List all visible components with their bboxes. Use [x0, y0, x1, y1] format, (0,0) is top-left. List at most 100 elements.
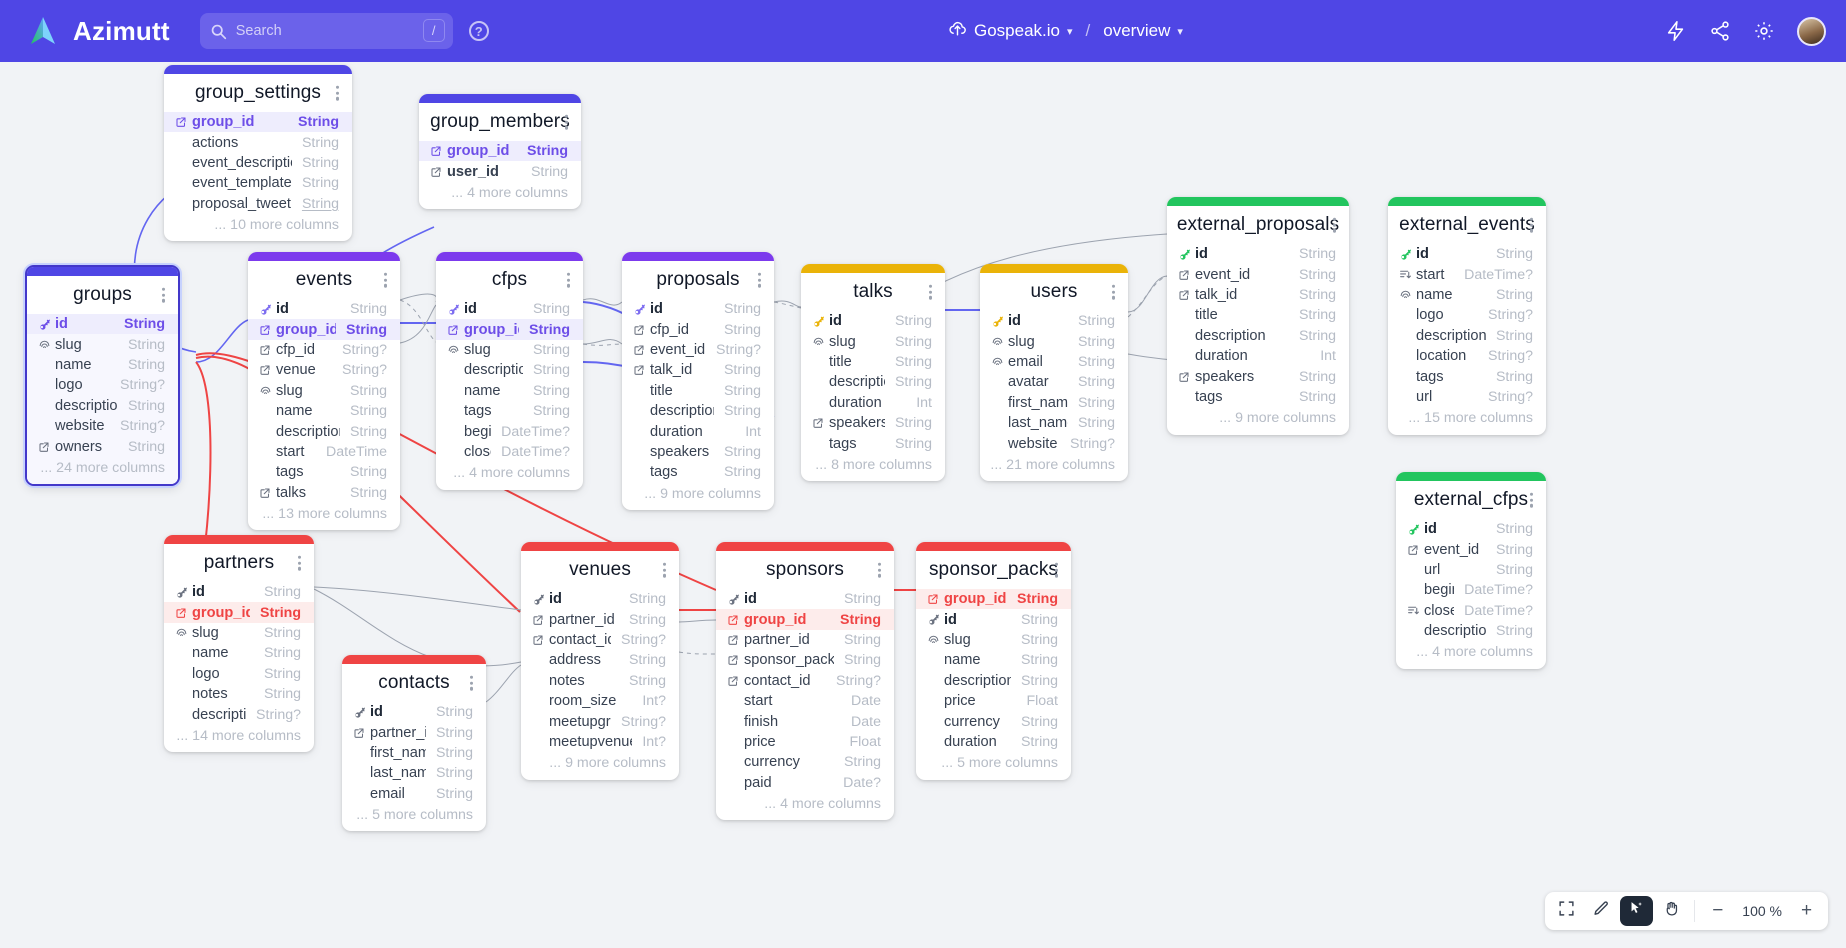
column-row[interactable]: id String: [1396, 519, 1546, 539]
column-row[interactable]: location String?: [1388, 346, 1546, 366]
column-row[interactable]: title String: [801, 352, 945, 372]
column-row[interactable]: price Float: [716, 732, 894, 752]
column-row[interactable]: id String: [164, 582, 314, 602]
table-card-group_settings[interactable]: group_settings group_id String actions Strin…: [164, 65, 352, 242]
table-card-external_proposals[interactable]: external_proposals id String event_id String…: [1167, 197, 1349, 435]
table-header[interactable]: cfps: [436, 261, 583, 299]
column-row[interactable]: close DateTime?: [1396, 601, 1546, 621]
column-row[interactable]: sponsor_pack_id String: [716, 650, 894, 670]
column-row[interactable]: paid Date?: [716, 773, 894, 793]
column-row[interactable]: id String: [1167, 244, 1349, 264]
table-menu-icon[interactable]: [1529, 217, 1533, 233]
column-row[interactable]: name String: [436, 381, 583, 401]
column-row[interactable]: name String: [248, 401, 400, 421]
column-row[interactable]: tags String: [622, 462, 774, 482]
column-row[interactable]: description String: [436, 360, 583, 380]
column-row[interactable]: group_id String: [164, 112, 352, 133]
column-row[interactable]: last_name String: [342, 763, 486, 783]
table-menu-icon[interactable]: [757, 272, 761, 288]
table-header[interactable]: users: [980, 273, 1128, 311]
more-columns-label[interactable]: ... 24 more columns: [27, 457, 178, 477]
column-row[interactable]: user_id String: [419, 161, 581, 181]
column-row[interactable]: name String: [916, 650, 1071, 670]
table-menu-icon[interactable]: [383, 272, 387, 288]
column-row[interactable]: id String: [622, 299, 774, 319]
more-columns-label[interactable]: ... 15 more columns: [1388, 407, 1546, 427]
table-card-proposals[interactable]: proposals id String cfp_id String event_id Str…: [622, 252, 774, 510]
column-row[interactable]: id String: [801, 311, 945, 331]
fit-to-screen-button[interactable]: [1550, 896, 1583, 926]
column-row[interactable]: speakers String: [801, 413, 945, 433]
column-row[interactable]: event_id String?: [622, 340, 774, 360]
column-row[interactable]: name String: [27, 355, 178, 375]
column-row[interactable]: begin DateTime?: [1396, 580, 1546, 600]
column-row[interactable]: slug String: [916, 630, 1071, 650]
table-menu-icon[interactable]: [297, 555, 301, 571]
column-row[interactable]: description String: [801, 372, 945, 392]
column-row[interactable]: start DateTime: [248, 442, 400, 462]
column-row[interactable]: partner_id String: [521, 609, 679, 629]
column-row[interactable]: website String?: [980, 433, 1128, 453]
zoom-in-button[interactable]: +: [1790, 896, 1823, 926]
column-row[interactable]: first_name String: [980, 393, 1128, 413]
column-row[interactable]: venue String?: [248, 360, 400, 380]
breadcrumb-layout[interactable]: overview ▾: [1103, 21, 1183, 41]
more-columns-label[interactable]: ... 13 more columns: [248, 503, 400, 523]
column-row[interactable]: room_size Int?: [521, 691, 679, 711]
more-columns-label[interactable]: ... 9 more columns: [521, 752, 679, 772]
column-row[interactable]: notes String: [521, 671, 679, 691]
table-menu-icon[interactable]: [662, 562, 666, 578]
breadcrumb-project[interactable]: Gospeak.io ▾: [948, 19, 1073, 43]
more-columns-label[interactable]: ... 5 more columns: [342, 804, 486, 824]
column-row[interactable]: id String: [436, 299, 583, 319]
zoom-level[interactable]: 100 %: [1736, 903, 1788, 919]
erd-canvas[interactable]: group_settings group_id String actions Strin…: [0, 62, 1846, 948]
more-columns-label[interactable]: ... 4 more columns: [419, 182, 581, 202]
column-row[interactable]: address String: [521, 650, 679, 670]
column-row[interactable]: notes String: [164, 684, 314, 704]
column-row[interactable]: avatar String: [980, 372, 1128, 392]
column-row[interactable]: tags String: [248, 462, 400, 482]
table-header[interactable]: partners: [164, 544, 314, 582]
table-card-partners[interactable]: partners id String group_id String slug String…: [164, 535, 314, 753]
column-row[interactable]: group_id String: [248, 319, 400, 340]
column-row[interactable]: logo String?: [1388, 305, 1546, 325]
table-menu-icon[interactable]: [1111, 284, 1115, 300]
column-row[interactable]: cfp_id String?: [248, 340, 400, 360]
column-row[interactable]: email String: [980, 352, 1128, 372]
column-row[interactable]: tags String: [1167, 387, 1349, 407]
column-row[interactable]: description String: [248, 421, 400, 441]
table-card-group_members[interactable]: group_members group_id String user_id String…: [419, 94, 581, 210]
column-row[interactable]: logo String?: [27, 375, 178, 395]
more-columns-label[interactable]: ... 5 more columns: [916, 752, 1071, 772]
table-card-events[interactable]: events id String group_id String cfp_id String…: [248, 252, 400, 531]
table-header[interactable]: sponsors: [716, 551, 894, 589]
column-row[interactable]: currency String: [916, 711, 1071, 731]
column-row[interactable]: slug String: [801, 331, 945, 351]
column-row[interactable]: slug String: [980, 331, 1128, 351]
column-row[interactable]: slug String: [248, 381, 400, 401]
column-row[interactable]: talks String: [248, 483, 400, 503]
column-row[interactable]: name String: [1388, 285, 1546, 305]
more-columns-label[interactable]: ... 9 more columns: [622, 483, 774, 503]
table-header[interactable]: venues: [521, 551, 679, 589]
zoom-toolbar[interactable]: − 100 % +: [1545, 892, 1828, 930]
pan-tool-button[interactable]: [1655, 896, 1688, 926]
column-row[interactable]: slug String: [164, 623, 314, 643]
table-menu-icon[interactable]: [161, 287, 165, 303]
table-card-talks[interactable]: talks id String slug String title String descri…: [801, 264, 945, 482]
column-row[interactable]: event_id String: [1396, 539, 1546, 559]
brand[interactable]: Azimutt: [26, 14, 170, 48]
table-header[interactable]: contacts: [342, 664, 486, 702]
table-menu-icon[interactable]: [564, 114, 568, 130]
column-row[interactable]: talk_id String: [622, 360, 774, 380]
column-row[interactable]: description String?: [164, 704, 314, 724]
more-columns-label[interactable]: ... 4 more columns: [436, 462, 583, 482]
column-row[interactable]: partner_id String: [716, 630, 894, 650]
column-row[interactable]: description String: [622, 401, 774, 421]
table-header[interactable]: events: [248, 261, 400, 299]
column-row[interactable]: slug String: [436, 340, 583, 360]
table-header[interactable]: external_proposals: [1167, 206, 1349, 244]
column-row[interactable]: id String: [716, 589, 894, 609]
table-header[interactable]: groups: [27, 276, 178, 314]
